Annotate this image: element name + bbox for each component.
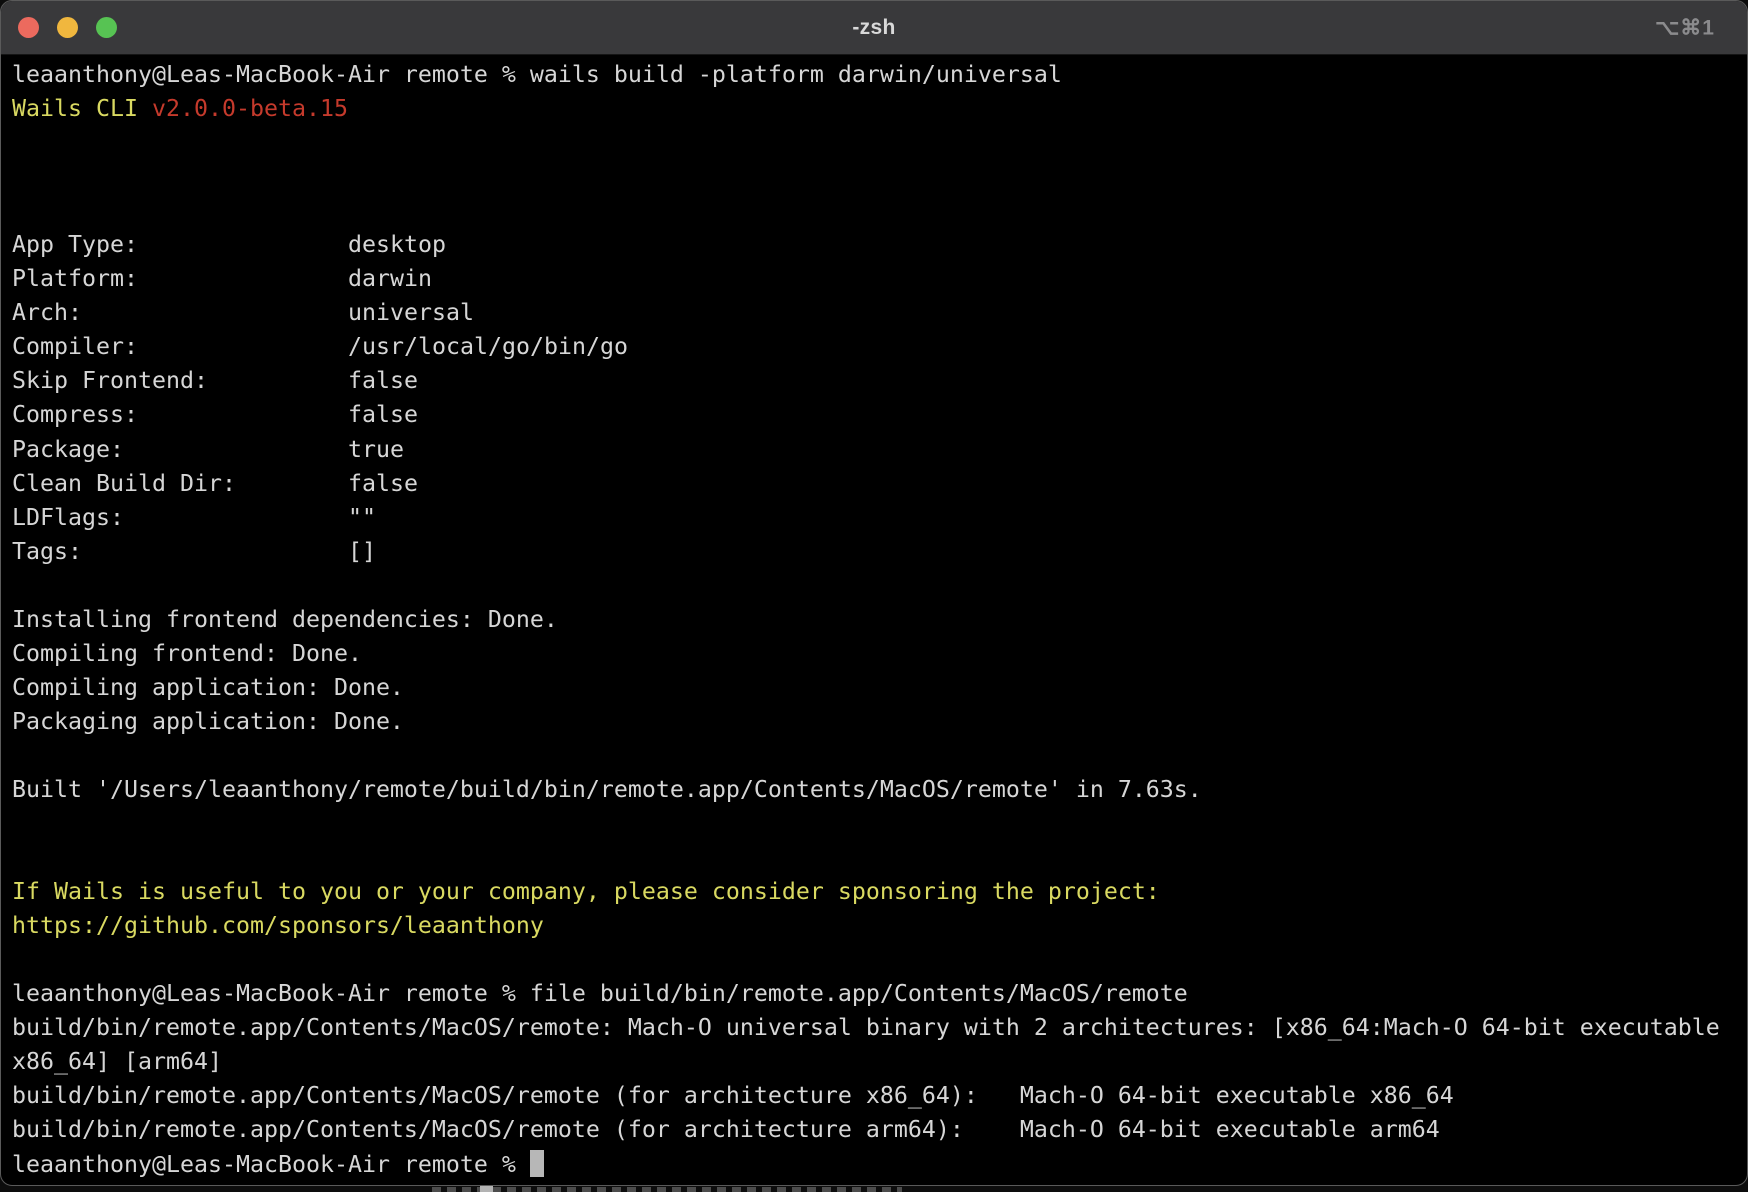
text-segment: leaanthony@Leas-MacBook-Air remote % fil… [12,980,1188,1007]
terminal-cursor[interactable] [530,1150,544,1177]
text-segment: Compiling frontend: Done. [12,640,362,667]
terminal-line: build/bin/remote.app/Contents/MacOS/remo… [12,1011,1747,1045]
config-row: Clean Build Dir:false [12,467,1747,501]
config-label: LDFlags: [12,501,348,535]
config-value: true [348,436,404,463]
text-segment: leaanthony@Leas-MacBook-Air remote % [12,1151,530,1178]
config-value: [] [348,538,376,565]
text-segment: Built '/Users/leaanthony/remote/build/bi… [12,776,1202,803]
config-value: false [348,367,418,394]
text-segment: Wails CLI [12,95,152,122]
minimize-button[interactable] [57,17,78,38]
config-label: Tags: [12,535,348,569]
sponsor-url[interactable]: https://github.com/sponsors/leaanthony [12,912,544,939]
config-value: universal [348,299,474,326]
text-segment: v2.0.0-beta.15 [152,95,348,122]
config-value: "" [348,504,376,531]
config-row: Compress:false [12,398,1747,432]
text-segment: build/bin/remote.app/Contents/MacOS/remo… [12,1014,1720,1041]
config-label: App Type: [12,228,348,262]
text-segment: Compiling application: Done. [12,674,404,701]
close-button[interactable] [18,17,39,38]
blank-line [12,943,1747,977]
background-window-highlight [480,1186,493,1192]
config-value: darwin [348,265,432,292]
terminal-line: x86_64] [arm64] [12,1045,1747,1079]
blank-line [12,160,1747,194]
config-row: App Type:desktop [12,228,1747,262]
config-value: false [348,470,418,497]
blank-line [12,569,1747,603]
config-value: desktop [348,231,446,258]
prompt-command-line: leaanthony@Leas-MacBook-Air remote % fil… [12,977,1747,1011]
terminal-line: Installing frontend dependencies: Done. [12,603,1747,637]
config-row: LDFlags:"" [12,501,1747,535]
window-title: -zsh [852,16,895,40]
terminal-line: Packaging application: Done. [12,705,1747,739]
background-window-text [432,1187,902,1192]
terminal-line: Compiling application: Done. [12,671,1747,705]
terminal-output[interactable]: leaanthony@Leas-MacBook-Air remote % wai… [1,54,1747,1185]
config-label: Compiler: [12,330,348,364]
keyboard-shortcut-badge: ⌥⌘1 [1655,15,1715,40]
blank-line [12,841,1747,875]
config-label: Skip Frontend: [12,364,348,398]
text-segment: Installing frontend dependencies: Done. [12,606,558,633]
sponsor-message-line: If Wails is useful to you or your compan… [12,875,1747,909]
config-label: Platform: [12,262,348,296]
terminal-line: build/bin/remote.app/Contents/MacOS/remo… [12,1079,1747,1113]
zoom-button[interactable] [96,17,117,38]
titlebar[interactable]: -zsh ⌥⌘1 [1,1,1747,55]
blank-line [12,739,1747,773]
text-segment: leaanthony@Leas-MacBook-Air remote % wai… [12,61,1062,88]
text-segment: Packaging application: Done. [12,708,404,735]
sponsor-url-line: https://github.com/sponsors/leaanthony [12,909,1747,943]
config-label: Arch: [12,296,348,330]
config-row: Tags:[] [12,535,1747,569]
prompt-command-line: leaanthony@Leas-MacBook-Air remote % wai… [12,58,1747,92]
text-segment: build/bin/remote.app/Contents/MacOS/remo… [12,1116,1440,1143]
prompt-line: leaanthony@Leas-MacBook-Air remote % [12,1148,1747,1182]
config-value: /usr/local/go/bin/go [348,333,628,360]
background-window-sliver [0,1186,1748,1192]
config-label: Compress: [12,398,348,432]
terminal-line: build/bin/remote.app/Contents/MacOS/remo… [12,1113,1747,1147]
blank-line [12,126,1747,160]
blank-line [12,194,1747,228]
terminal-window: -zsh ⌥⌘1 leaanthony@Leas-MacBook-Air rem… [0,0,1748,1186]
text-segment: build/bin/remote.app/Contents/MacOS/remo… [12,1082,1454,1109]
traffic-lights [18,17,117,38]
config-row: Skip Frontend:false [12,364,1747,398]
text-segment: If Wails is useful to you or your compan… [12,878,1160,905]
config-row: Platform:darwin [12,262,1747,296]
blank-line [12,807,1747,841]
config-label: Package: [12,433,348,467]
text-segment: x86_64] [arm64] [12,1048,222,1075]
config-row: Package:true [12,433,1747,467]
wails-version-line: Wails CLI v2.0.0-beta.15 [12,92,1747,126]
config-label: Clean Build Dir: [12,467,348,501]
build-result-line: Built '/Users/leaanthony/remote/build/bi… [12,773,1747,807]
config-row: Compiler:/usr/local/go/bin/go [12,330,1747,364]
config-row: Arch:universal [12,296,1747,330]
terminal-line: Compiling frontend: Done. [12,637,1747,671]
config-value: false [348,401,418,428]
